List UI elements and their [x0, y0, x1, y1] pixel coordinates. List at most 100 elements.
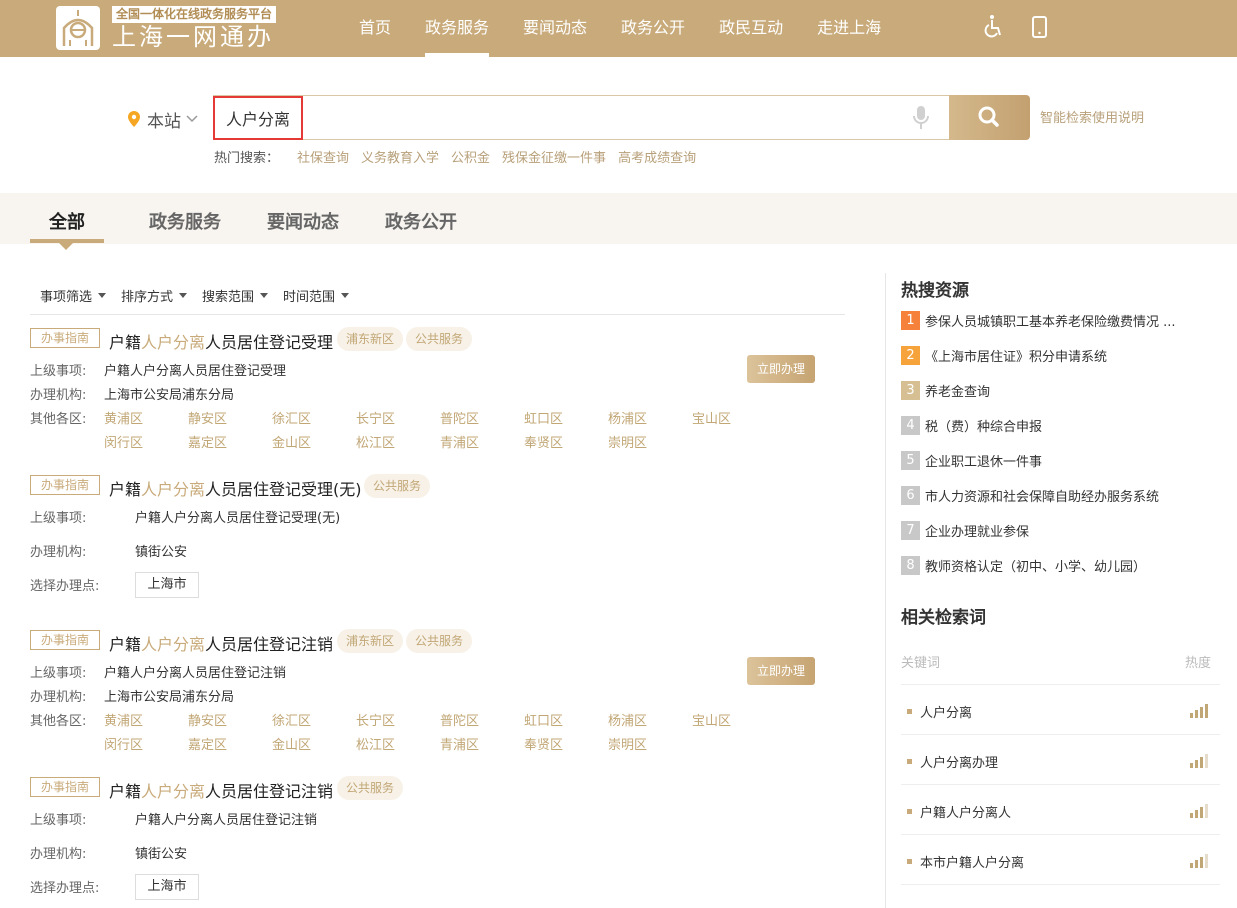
tab-gov-services[interactable]: 政务服务 — [149, 208, 221, 234]
district-link[interactable]: 静安区 — [188, 408, 227, 427]
nav-item[interactable]: 走进上海 — [800, 0, 898, 57]
heat-bar — [1190, 713, 1193, 718]
district-link[interactable]: 松江区 — [356, 734, 395, 753]
search-input[interactable] — [214, 96, 900, 139]
hot-resource-item[interactable]: 2 《上海市居住证》积分申请系统 — [901, 345, 1107, 365]
logo-icon[interactable] — [56, 6, 100, 50]
related-term-item[interactable]: 本市户籍人户分离 — [907, 852, 1024, 871]
hot-resource-item[interactable]: 3 养老金查询 — [901, 380, 990, 400]
heat-bar — [1200, 857, 1203, 868]
nav-item[interactable]: 要闻动态 — [506, 0, 604, 57]
service-point-select[interactable]: 上海市 — [135, 874, 199, 900]
heat-bar — [1205, 754, 1208, 768]
district-link[interactable]: 金山区 — [272, 432, 311, 451]
district-link[interactable]: 奉贤区 — [524, 432, 563, 451]
district-link[interactable]: 杨浦区 — [608, 710, 647, 729]
district-link[interactable]: 嘉定区 — [188, 432, 227, 451]
district-link[interactable]: 杨浦区 — [608, 408, 647, 427]
district-link[interactable]: 闵行区 — [104, 432, 143, 451]
hot-search-link[interactable]: 社保查询 — [297, 147, 349, 166]
heat-column-header: 热度 — [1185, 656, 1212, 671]
district-link[interactable]: 松江区 — [356, 432, 395, 451]
rank-badge: 6 — [901, 485, 920, 505]
hot-resource-item[interactable]: 1 参保人员城镇职工基本养老保险缴费情况 ... — [901, 310, 1176, 330]
district-link[interactable]: 崇明区 — [608, 432, 647, 451]
related-terms-title: 相关检索词 — [901, 608, 986, 628]
logo-title[interactable]: 上海一网通办 — [112, 24, 274, 50]
search-button[interactable] — [949, 95, 1030, 140]
divider — [901, 834, 1220, 835]
filter-item-type[interactable]: 事项筛选 — [40, 286, 107, 305]
related-term-item[interactable]: 人户分离办理 — [907, 752, 998, 771]
heat-bar — [1205, 854, 1208, 868]
district-link[interactable]: 徐汇区 — [272, 408, 311, 427]
district-link[interactable]: 青浦区 — [440, 432, 479, 451]
rank-badge: 3 — [901, 380, 920, 400]
hot-resource-item[interactable]: 4 税（费）种综合申报 — [901, 415, 1042, 435]
hot-search-label: 热门搜索： — [214, 151, 280, 166]
district-link[interactable]: 奉贤区 — [524, 734, 563, 753]
hot-search-link[interactable]: 公积金 — [451, 147, 490, 166]
apply-now-button[interactable]: 立即办理 — [747, 657, 815, 685]
nav-item[interactable]: 政民互动 — [702, 0, 800, 57]
site-scope-label: 本站 — [147, 111, 181, 132]
hot-resource-item[interactable]: 6 市人力资源和社会保障自助经办服务系统 — [901, 485, 1159, 505]
district-link[interactable]: 金山区 — [272, 734, 311, 753]
agency-label: 办理机构: — [30, 388, 87, 403]
hot-search-link[interactable]: 高考成绩查询 — [618, 147, 696, 166]
district-link[interactable]: 嘉定区 — [188, 734, 227, 753]
hot-resource-label: 参保人员城镇职工基本养老保险缴费情况 ... — [925, 314, 1176, 330]
divider — [30, 314, 845, 315]
service-point-select[interactable]: 上海市 — [135, 572, 199, 598]
other-districts-label: 其他各区: — [30, 714, 87, 729]
wheelchair-icon[interactable] — [981, 14, 1005, 40]
filter-scope[interactable]: 搜索范围 — [202, 286, 269, 305]
hot-resources-title: 热搜资源 — [901, 281, 969, 301]
nav-item[interactable]: 政务服务 — [408, 0, 506, 57]
heat-bar — [1190, 863, 1193, 868]
microphone-icon[interactable] — [910, 104, 932, 132]
site-scope-select[interactable]: 本站 — [127, 106, 198, 132]
district-link[interactable]: 黄浦区 — [104, 710, 143, 729]
district-link[interactable]: 崇明区 — [608, 734, 647, 753]
district-link[interactable]: 普陀区 — [440, 408, 479, 427]
result-title[interactable]: 户籍人户分离人员居住登记受理 — [109, 329, 333, 353]
tab-all[interactable]: 全部 — [49, 208, 85, 234]
district-link[interactable]: 普陀区 — [440, 710, 479, 729]
related-term-item[interactable]: 人户分离 — [907, 702, 972, 721]
hot-resource-label: 《上海市居住证》积分申请系统 — [925, 349, 1108, 365]
district-link[interactable]: 静安区 — [188, 710, 227, 729]
hot-search-link[interactable]: 残保金征缴一件事 — [502, 147, 606, 166]
district-link[interactable]: 徐汇区 — [272, 710, 311, 729]
agency-value: 镇街公安 — [135, 545, 188, 560]
nav-item[interactable]: 政务公开 — [604, 0, 702, 57]
filter-time[interactable]: 时间范围 — [283, 286, 350, 305]
district-link[interactable]: 宝山区 — [692, 408, 731, 427]
search-help-link[interactable]: 智能检索使用说明 — [1040, 107, 1144, 126]
district-link[interactable]: 长宁区 — [356, 408, 395, 427]
hot-resource-item[interactable]: 8 教师资格认定（初中、小学、幼儿园） — [901, 555, 1146, 575]
hot-search-link[interactable]: 义务教育入学 — [361, 147, 439, 166]
district-link[interactable]: 青浦区 — [440, 734, 479, 753]
result-title[interactable]: 户籍人户分离人员居住登记注销 — [109, 778, 333, 802]
hot-resource-item[interactable]: 7 企业办理就业参保 — [901, 520, 1029, 540]
district-link[interactable]: 黄浦区 — [104, 408, 143, 427]
parent-item-value: 户籍人户分离人员居住登记注销 — [104, 666, 287, 681]
agency-label: 办理机构: — [30, 690, 87, 705]
related-term-item[interactable]: 户籍人户分离人 — [907, 802, 1011, 821]
district-link[interactable]: 闵行区 — [104, 734, 143, 753]
tab-gov-disclosure[interactable]: 政务公开 — [385, 208, 457, 234]
mobile-phone-icon[interactable] — [1030, 14, 1054, 40]
hot-resource-item[interactable]: 5 企业职工退休一件事 — [901, 450, 1042, 470]
district-link[interactable]: 虹口区 — [524, 408, 563, 427]
apply-now-button[interactable]: 立即办理 — [747, 355, 815, 383]
filter-sort[interactable]: 排序方式 — [121, 286, 188, 305]
tab-news[interactable]: 要闻动态 — [267, 208, 339, 234]
district-link[interactable]: 长宁区 — [356, 710, 395, 729]
district-link[interactable]: 宝山区 — [692, 710, 731, 729]
district-link[interactable]: 虹口区 — [524, 710, 563, 729]
nav-item[interactable]: 首页 — [342, 0, 408, 57]
keyword-column-header: 关键词 — [901, 656, 941, 671]
result-title[interactable]: 户籍人户分离人员居住登记受理(无) — [109, 476, 362, 500]
result-title[interactable]: 户籍人户分离人员居住登记注销 — [109, 631, 333, 655]
